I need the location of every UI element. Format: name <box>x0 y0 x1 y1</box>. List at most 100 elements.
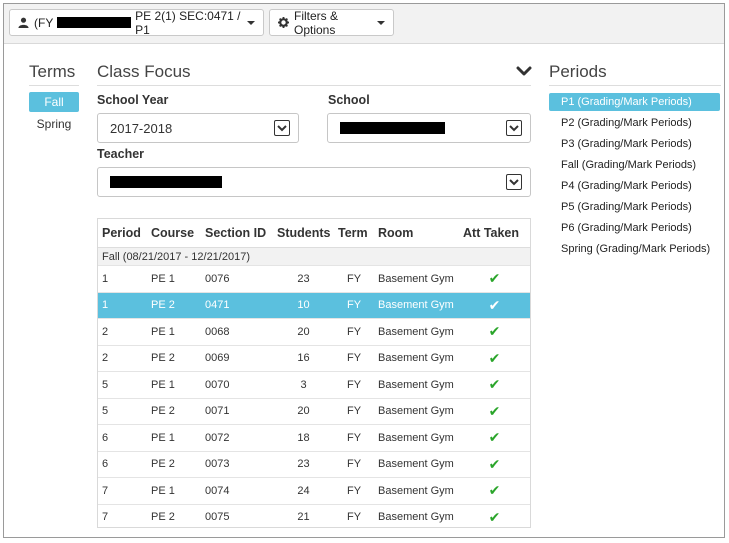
cell-att-taken: ✔ <box>459 477 530 504</box>
cell-term: FY <box>334 344 374 372</box>
check-icon: ✔ <box>488 376 501 393</box>
table-row[interactable]: 1 PE 2 0471 10 FY Basement Gym ✔ <box>98 291 530 319</box>
column-header-room[interactable]: Room <box>374 219 459 248</box>
table-row[interactable]: 5 PE 2 0071 20 FY Basement Gym ✔ <box>98 397 530 425</box>
sections-table: Period Course Section ID Students Term R… <box>97 218 531 530</box>
column-header-att-taken[interactable]: Att Taken <box>459 219 530 248</box>
cell-course: PE 2 <box>147 344 201 372</box>
period-item[interactable]: P3 (Grading/Mark Periods) <box>549 135 720 153</box>
table-row[interactable]: 5 PE 1 0070 3 FY Basement Gym ✔ <box>98 371 530 398</box>
period-item[interactable]: Spring (Grading/Mark Periods) <box>549 240 720 258</box>
cell-section-id: 0076 <box>201 265 273 292</box>
chevron-down-icon[interactable] <box>516 64 532 78</box>
cell-att-taken: ✔ <box>459 450 530 478</box>
check-icon: ✔ <box>488 349 501 366</box>
column-header-period[interactable]: Period <box>98 219 147 248</box>
school-select[interactable] <box>327 113 531 143</box>
cell-att-taken: ✔ <box>459 265 530 292</box>
table-row[interactable]: 2 PE 1 0068 20 FY Basement Gym ✔ <box>98 318 530 345</box>
term-group-row: Fall (08/21/2017 - 12/21/2017) <box>98 247 530 266</box>
caret-down-icon <box>377 20 385 25</box>
class-focus-title: Class Focus <box>97 62 191 81</box>
cell-room: Basement Gym <box>374 397 459 425</box>
column-header-term[interactable]: Term <box>334 219 374 248</box>
cell-room: Basement Gym <box>374 318 459 345</box>
cell-section-id: 0073 <box>201 450 273 478</box>
cell-period: 6 <box>98 424 147 451</box>
chevron-down-icon <box>506 120 522 136</box>
cell-section-id: 0072 <box>201 424 273 451</box>
cell-course: PE 1 <box>147 265 201 292</box>
cell-course: PE 2 <box>147 450 201 478</box>
cell-period: 5 <box>98 397 147 425</box>
teacher-select[interactable] <box>97 167 531 197</box>
cell-room: Basement Gym <box>374 424 459 451</box>
check-icon: ✔ <box>488 270 501 287</box>
cell-course: PE 2 <box>147 397 201 425</box>
school-year-value: 2017-2018 <box>110 120 173 136</box>
cell-section-id: 0068 <box>201 318 273 345</box>
table-row[interactable]: 2 PE 2 0069 16 FY Basement Gym ✔ <box>98 344 530 372</box>
cell-period: 6 <box>98 450 147 478</box>
chevron-down-icon <box>506 174 522 190</box>
column-header-course[interactable]: Course <box>147 219 201 248</box>
class-context-dropdown-button[interactable]: (FY PE 2(1) SEC:0471 / P1 <box>9 8 264 37</box>
period-item[interactable]: P2 (Grading/Mark Periods) <box>549 114 720 132</box>
cell-students: 21 <box>273 503 334 530</box>
period-item[interactable]: P4 (Grading/Mark Periods) <box>549 177 720 195</box>
cell-students: 10 <box>273 291 334 319</box>
cell-period: 5 <box>98 371 147 398</box>
term-group-label: Fall (08/21/2017 - 12/21/2017) <box>98 247 530 266</box>
cell-room: Basement Gym <box>374 371 459 398</box>
check-icon: ✔ <box>488 296 501 313</box>
term-item-fall[interactable]: Fall <box>29 92 79 112</box>
filters-options-label: Filters & Options <box>294 8 339 37</box>
table-row[interactable]: 6 PE 1 0072 18 FY Basement Gym ✔ <box>98 424 530 451</box>
table-row[interactable]: 6 PE 2 0073 23 FY Basement Gym ✔ <box>98 450 530 478</box>
cell-period: 7 <box>98 477 147 504</box>
cell-section-id: 0075 <box>201 503 273 530</box>
cell-room: Basement Gym <box>374 265 459 292</box>
cell-period: 2 <box>98 318 147 345</box>
cell-room: Basement Gym <box>374 477 459 504</box>
term-item-spring[interactable]: Spring <box>29 114 79 134</box>
toolbar: (FY PE 2(1) SEC:0471 / P1 Filters & Opti… <box>4 4 724 44</box>
check-icon: ✔ <box>488 455 501 472</box>
cell-course: PE 1 <box>147 371 201 398</box>
cell-course: PE 2 <box>147 503 201 530</box>
cell-period: 1 <box>98 291 147 319</box>
table-row[interactable]: 7 PE 2 0075 21 FY Basement Gym ✔ <box>98 503 530 530</box>
cell-att-taken: ✔ <box>459 424 530 451</box>
school-year-label: School Year <box>97 93 169 107</box>
table-header-row: Period Course Section ID Students Term R… <box>98 219 530 248</box>
cell-term: FY <box>334 265 374 292</box>
period-item[interactable]: Fall (Grading/Mark Periods) <box>549 156 720 174</box>
cell-att-taken: ✔ <box>459 318 530 345</box>
cell-term: FY <box>334 503 374 530</box>
period-item[interactable]: P6 (Grading/Mark Periods) <box>549 219 720 237</box>
cell-period: 7 <box>98 503 147 530</box>
cell-term: FY <box>334 291 374 319</box>
check-icon: ✔ <box>488 402 501 419</box>
table-row[interactable]: 1 PE 1 0076 23 FY Basement Gym ✔ <box>98 265 530 292</box>
cell-students: 24 <box>273 477 334 504</box>
cell-att-taken: ✔ <box>459 291 530 319</box>
cell-students: 18 <box>273 424 334 451</box>
check-icon: ✔ <box>488 508 501 525</box>
redacted-name <box>57 17 132 28</box>
terms-divider <box>29 85 79 86</box>
filters-options-button[interactable]: Filters & Options <box>269 8 394 37</box>
cell-section-id: 0070 <box>201 371 273 398</box>
cell-room: Basement Gym <box>374 503 459 530</box>
context-label: PE 2(1) SEC:0471 / P1 <box>135 8 241 37</box>
cell-students: 16 <box>273 344 334 372</box>
period-item[interactable]: P5 (Grading/Mark Periods) <box>549 198 720 216</box>
school-year-select[interactable]: 2017-2018 <box>97 113 299 143</box>
column-header-section-id[interactable]: Section ID <box>201 219 273 248</box>
table-row[interactable]: 7 PE 1 0074 24 FY Basement Gym ✔ <box>98 477 530 504</box>
cell-section-id: 0471 <box>201 291 273 319</box>
period-item[interactable]: P1 (Grading/Mark Periods) <box>549 93 720 111</box>
class-focus-divider <box>97 85 531 86</box>
column-header-students[interactable]: Students <box>273 219 334 248</box>
caret-down-icon <box>247 20 255 25</box>
